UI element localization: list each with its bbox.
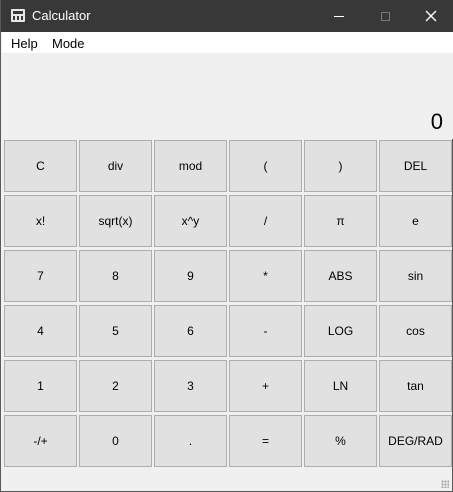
- calculator-window: Calculator Help Mode 0 Cdiv mod() DEL x! sqr…: [0, 0, 453, 492]
- key-percent-button[interactable]: %: [304, 415, 377, 467]
- title-bar[interactable]: Calculator: [1, 0, 453, 32]
- minimize-button[interactable]: [316, 0, 362, 32]
- key-mod-button[interactable]: mod: [154, 140, 227, 192]
- key-abs-button[interactable]: ABS: [304, 250, 377, 302]
- window-title: Calculator: [32, 8, 91, 23]
- menu-bar: Help Mode: [2, 32, 453, 53]
- key-cos-button[interactable]: cos: [379, 305, 452, 357]
- key-5-button[interactable]: 5: [79, 305, 152, 357]
- key-8-button[interactable]: 8: [79, 250, 152, 302]
- menu-mode[interactable]: Mode: [52, 36, 85, 51]
- key-1-button[interactable]: 1: [4, 360, 77, 412]
- key-rparen-button[interactable]: ): [304, 140, 377, 192]
- key-2-button[interactable]: 2: [79, 360, 152, 412]
- close-button[interactable]: [408, 0, 453, 32]
- key-sqrtlparenxrparen-button[interactable]: sqrt(x): [79, 195, 152, 247]
- key-tan-button[interactable]: tan: [379, 360, 452, 412]
- key-9-button[interactable]: 9: [154, 250, 227, 302]
- key-xfact-button[interactable]: x!: [4, 195, 77, 247]
- calculator-icon: [11, 9, 25, 22]
- key-equals-button[interactable]: =: [229, 415, 302, 467]
- resize-grip-icon[interactable]: [441, 480, 449, 488]
- key-e-button[interactable]: e: [379, 195, 452, 247]
- key-4-button[interactable]: 4: [4, 305, 77, 357]
- minimize-icon: [334, 15, 344, 17]
- maximize-button[interactable]: [362, 0, 408, 32]
- key-star-button[interactable]: *: [229, 250, 302, 302]
- key-slash-button[interactable]: /: [229, 195, 302, 247]
- maximize-icon: [380, 11, 390, 21]
- key-degslashrad-button[interactable]: DEG/RAD: [379, 415, 452, 467]
- display-value: 0: [430, 109, 443, 134]
- close-icon: [425, 10, 437, 22]
- key-7-button[interactable]: 7: [4, 250, 77, 302]
- key-dot-button[interactable]: .: [154, 415, 227, 467]
- key-ln-button[interactable]: LN: [304, 360, 377, 412]
- key-c-button[interactable]: C: [4, 140, 77, 192]
- calculator-display: 0: [2, 53, 453, 139]
- key-plus-button[interactable]: +: [229, 360, 302, 412]
- key-0-button[interactable]: 0: [79, 415, 152, 467]
- key-lparen-button[interactable]: (: [229, 140, 302, 192]
- key-minus-button[interactable]: -: [229, 305, 302, 357]
- menu-help[interactable]: Help: [11, 36, 38, 51]
- key-div-button[interactable]: div: [79, 140, 152, 192]
- key-xpowy-button[interactable]: x^y: [154, 195, 227, 247]
- key-del-button[interactable]: DEL: [379, 140, 452, 192]
- key-sin-button[interactable]: sin: [379, 250, 452, 302]
- key-minusslashplus-button[interactable]: -/+: [4, 415, 77, 467]
- key-log-button[interactable]: LOG: [304, 305, 377, 357]
- key-6-button[interactable]: 6: [154, 305, 227, 357]
- key-3-button[interactable]: 3: [154, 360, 227, 412]
- key-pi-button[interactable]: π: [304, 195, 377, 247]
